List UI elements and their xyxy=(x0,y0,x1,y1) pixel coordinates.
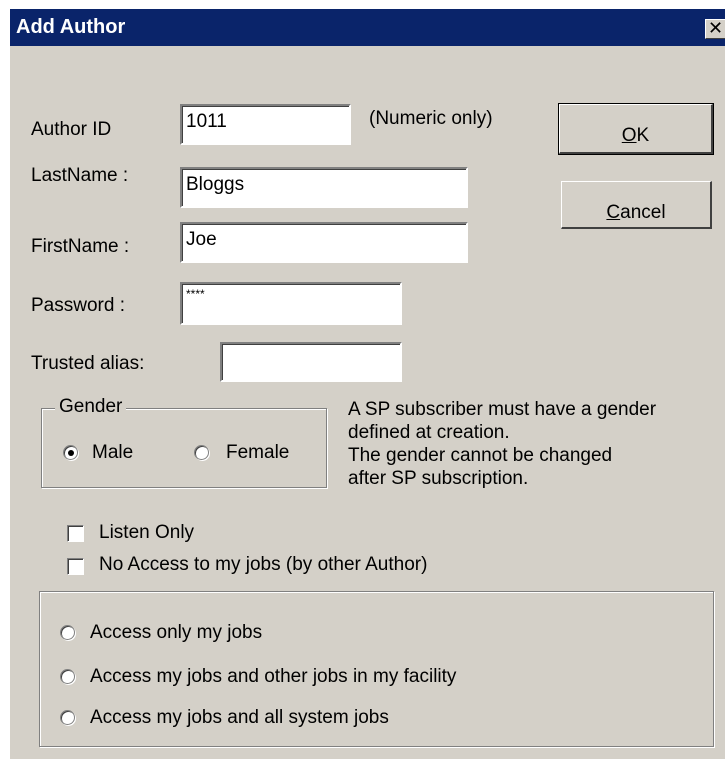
access-all-jobs-label[interactable]: Access my jobs and all system jobs xyxy=(90,707,389,729)
add-author-dialog: Add Author ✕ Author ID 1011 (Numeric onl… xyxy=(9,8,725,759)
gender-note-line-1: A SP subscriber must have a gender xyxy=(348,399,657,420)
access-only-my-jobs-radio[interactable] xyxy=(60,625,75,640)
first-name-input[interactable]: Joe xyxy=(180,222,468,263)
ok-mnemonic: O xyxy=(621,125,637,146)
cancel-mnemonic: C xyxy=(606,202,621,223)
access-facility-jobs-radio[interactable] xyxy=(60,669,75,684)
ok-label-rest: K xyxy=(636,125,650,146)
listen-only-checkbox[interactable] xyxy=(67,525,84,542)
ok-button[interactable]: OK xyxy=(558,103,714,155)
window-title: Add Author xyxy=(16,16,126,38)
gender-note-line-4: after SP subscription. xyxy=(348,468,529,489)
author-id-label: Author ID xyxy=(31,119,112,140)
last-name-label: LastName : xyxy=(31,165,129,186)
last-name-input[interactable]: Bloggs xyxy=(180,167,468,208)
cancel-label-rest: ancel xyxy=(620,202,666,223)
access-facility-jobs-label[interactable]: Access my jobs and other jobs in my faci… xyxy=(90,666,456,688)
password-label: Password : xyxy=(31,295,125,316)
numeric-only-hint: (Numeric only) xyxy=(369,108,493,129)
no-access-label[interactable]: No Access to my jobs (by other Author) xyxy=(99,554,427,576)
first-name-label: FirstName : xyxy=(31,236,130,257)
password-input[interactable]: **** xyxy=(180,282,402,325)
radio-selected-dot xyxy=(68,450,74,456)
no-access-checkbox[interactable] xyxy=(67,558,84,575)
gender-male-label[interactable]: Male xyxy=(92,442,133,464)
gender-male-radio[interactable] xyxy=(63,445,78,460)
gender-note-line-3: The gender cannot be changed xyxy=(348,445,613,466)
gender-note-line-2: defined at creation. xyxy=(348,422,510,443)
trusted-alias-input[interactable] xyxy=(220,342,402,382)
trusted-alias-label: Trusted alias: xyxy=(31,353,145,374)
gender-legend: Gender xyxy=(55,396,127,418)
cancel-button[interactable]: Cancel xyxy=(561,181,712,229)
title-bar[interactable]: Add Author ✕ xyxy=(10,9,725,46)
author-id-input[interactable]: 1011 xyxy=(180,104,351,145)
listen-only-label[interactable]: Listen Only xyxy=(99,522,194,544)
access-only-my-jobs-label[interactable]: Access only my jobs xyxy=(90,622,262,644)
access-all-jobs-radio[interactable] xyxy=(60,710,75,725)
gender-female-label[interactable]: Female xyxy=(226,442,289,464)
gender-female-radio[interactable] xyxy=(194,445,209,460)
close-icon[interactable]: ✕ xyxy=(705,19,725,39)
